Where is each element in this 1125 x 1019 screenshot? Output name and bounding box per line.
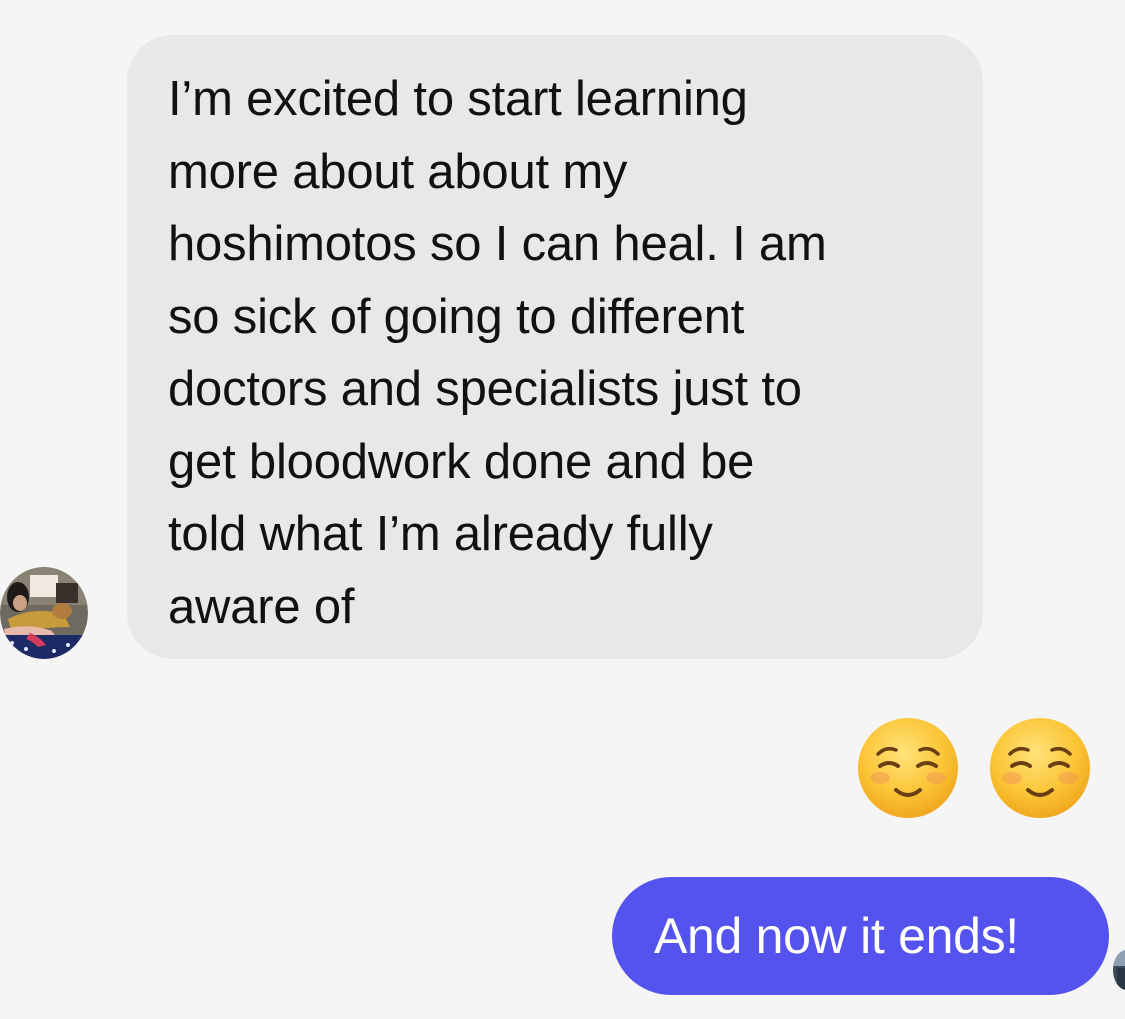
incoming-message-bubble[interactable]: I’m excited to start learning more about… bbox=[127, 35, 983, 659]
reaction-emoji[interactable] bbox=[988, 716, 1092, 820]
chat-thread: I’m excited to start learning more about… bbox=[0, 0, 1125, 1019]
incoming-message-text: I’m excited to start learning more about… bbox=[168, 72, 827, 634]
smiling-face-emoji-icon bbox=[858, 718, 958, 818]
sender-avatar[interactable] bbox=[0, 567, 88, 659]
avatar-photo-icon bbox=[0, 567, 88, 659]
outgoing-message-bubble[interactable]: And now it ends! bbox=[612, 877, 1109, 995]
reaction-emoji[interactable] bbox=[856, 716, 960, 820]
smiling-face-emoji-icon bbox=[990, 718, 1090, 818]
outgoing-message-text: And now it ends! bbox=[654, 908, 1019, 964]
avatar-photo-icon bbox=[1113, 950, 1125, 990]
recipient-avatar[interactable] bbox=[1113, 950, 1125, 990]
